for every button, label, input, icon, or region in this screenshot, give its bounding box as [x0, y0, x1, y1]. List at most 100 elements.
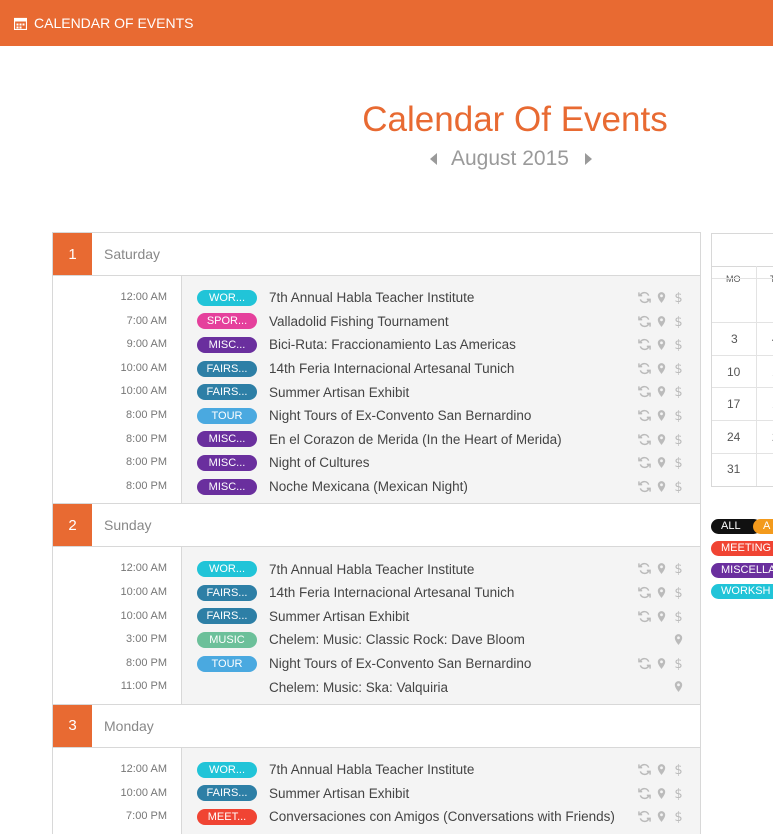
day-number: 1 — [53, 233, 92, 275]
svg-text:$: $ — [674, 315, 682, 328]
event-row[interactable]: Chelem: Music: Ska: Valquiria — [182, 675, 700, 699]
event-title-link[interactable]: 7th Annual Habla Teacher Institute — [269, 290, 474, 305]
event-title-link[interactable]: 14th Feria Internacional Artesanal Tunic… — [269, 585, 514, 600]
mini-grid-line — [712, 453, 773, 454]
mini-calendar-day[interactable]: 10 — [727, 365, 740, 379]
event-row[interactable]: MISC... En el Corazon de Merida (In the H… — [182, 428, 700, 452]
event-row[interactable]: FAIRS... Summer Artisan Exhibit $ — [182, 380, 700, 404]
mini-calendar-day[interactable]: 24 — [727, 430, 740, 444]
category-badge[interactable]: MEET... — [197, 808, 257, 825]
category-badge[interactable]: FAIRS... — [197, 785, 257, 802]
event-row[interactable]: FAIRS... Summer Artisan Exhibit $ — [182, 782, 700, 806]
event-title-link[interactable]: Night Tours of Ex-Convento San Bernardin… — [269, 656, 531, 671]
event-title-link[interactable]: Night Tours of Ex-Convento San Bernardin… — [269, 408, 531, 423]
dollar-icon: $ — [672, 562, 685, 575]
event-time: 7:00 AM — [126, 314, 167, 327]
event-row[interactable]: TOUR Night Tours of Ex-Convento San Berna… — [182, 404, 700, 428]
category-filter-chip[interactable]: MEETING — [711, 541, 773, 556]
mini-calendar-day[interactable]: 31 — [727, 462, 740, 476]
event-row[interactable]: FAIRS... Summer Artisan Exhibit $ — [182, 605, 700, 629]
event-row[interactable]: WOR... 7th Annual Habla Teacher Institute… — [182, 557, 700, 581]
category-badge[interactable]: TOUR — [197, 407, 257, 424]
event-time: 7:00 PM — [126, 810, 167, 823]
category-filter-chip[interactable]: WORKSH — [711, 584, 773, 599]
mini-calendar-day[interactable]: 17 — [727, 397, 740, 411]
refresh-icon — [638, 385, 651, 398]
category-badge[interactable]: MUSIC — [197, 631, 257, 648]
event-time: 3:00 PM — [126, 633, 167, 646]
event-title-link[interactable]: 7th Annual Habla Teacher Institute — [269, 762, 474, 777]
event-row[interactable]: TOUR Night Tours of Ex-Convento San Berna… — [182, 652, 700, 676]
category-badge[interactable]: FAIRS... — [197, 384, 257, 401]
category-badge[interactable]: MISC... — [197, 478, 257, 495]
brand-text: CALENDAR OF EVENTS — [34, 15, 194, 31]
page-title: Calendar Of Events — [362, 100, 668, 139]
category-badge[interactable]: FAIRS... — [197, 360, 257, 377]
brand-link[interactable]: CALENDAR OF EVENTS — [14, 15, 193, 31]
event-row[interactable]: MISC... Noche Mexicana (Mexican Night) $ — [182, 475, 700, 499]
refresh-icon — [638, 480, 651, 493]
category-badge[interactable]: WOR... — [197, 761, 257, 778]
event-row[interactable]: MISC... Bici-Ruta: Fraccionamiento Las Am… — [182, 333, 700, 357]
event-row[interactable]: FAIRS... 14th Feria Internacional Artesan… — [182, 581, 700, 605]
dollar-icon: $ — [672, 315, 685, 328]
category-badge[interactable]: MISC... — [197, 454, 257, 471]
category-badge[interactable]: FAIRS... — [197, 608, 257, 625]
event-row[interactable]: SPOR... Valladolid Fishing Tournament $ — [182, 310, 700, 334]
category-badge[interactable]: WOR... — [197, 289, 257, 306]
refresh-icon — [638, 610, 651, 623]
event-title-link[interactable]: Chelem: Music: Ska: Valquiria — [269, 680, 448, 695]
category-badge[interactable]: TOUR — [197, 655, 257, 672]
category-badge[interactable]: WOR... — [197, 561, 257, 578]
mini-calendar-header — [712, 234, 773, 267]
event-title-link[interactable]: 7th Annual Habla Teacher Institute — [269, 562, 474, 577]
svg-text:$: $ — [674, 562, 682, 575]
event-title-link[interactable]: Summer Artisan Exhibit — [269, 609, 409, 624]
category-badge[interactable]: SPOR... — [197, 313, 257, 330]
mini-calendar: MOT3410117124231 — [711, 233, 773, 487]
map-pin-icon — [655, 562, 668, 575]
month-nav: August 2015 — [430, 147, 592, 171]
map-pin-icon — [655, 291, 668, 304]
event-title-link[interactable]: Summer Artisan Exhibit — [269, 385, 409, 400]
event-row[interactable]: FAIRS... 14th Feria Internacional Artesan… — [182, 357, 700, 381]
refresh-icon — [638, 433, 651, 446]
category-filter-chip[interactable]: A — [753, 519, 773, 534]
event-time: 10:00 AM — [120, 361, 167, 374]
prev-month-icon[interactable] — [430, 153, 437, 165]
map-pin-icon — [672, 680, 685, 693]
category-badge[interactable]: MISC... — [197, 431, 257, 448]
event-row[interactable]: MUSIC Chelem: Music: Classic Rock: Dave B… — [182, 628, 700, 652]
event-row[interactable]: WOR... 7th Annual Habla Teacher Institute… — [182, 286, 700, 310]
event-title-link[interactable]: Summer Artisan Exhibit — [269, 786, 409, 801]
event-row[interactable]: MEET... Conversaciones con Amigos (Conver… — [182, 805, 700, 829]
event-title-link[interactable]: Night of Cultures — [269, 455, 370, 470]
event-meta-icons: $ — [638, 787, 685, 800]
event-title-link[interactable]: Chelem: Music: Classic Rock: Dave Bloom — [269, 632, 525, 647]
event-title-link[interactable]: En el Corazon de Merida (In the Heart of… — [269, 432, 562, 447]
event-title-link[interactable]: Noche Mexicana (Mexican Night) — [269, 479, 468, 494]
event-time: 8:00 PM — [126, 456, 167, 469]
event-row[interactable]: WOR... 7th Annual Habla Teacher Institute… — [182, 758, 700, 782]
event-time: 10:00 AM — [120, 385, 167, 398]
day-header: 3 Monday — [53, 704, 700, 748]
event-title-link[interactable]: 14th Feria Internacional Artesanal Tunic… — [269, 361, 514, 376]
mini-calendar-day[interactable]: 3 — [731, 332, 738, 346]
event-time: 12:00 AM — [120, 762, 167, 775]
svg-text:$: $ — [674, 456, 682, 469]
time-column: 12:00 AM 7:00 AM 9:00 AM 10:00 AM 10:00 AM 8:… — [53, 276, 182, 504]
event-title-link[interactable]: Bici-Ruta: Fraccionamiento Las Americas — [269, 337, 516, 352]
dollar-icon: $ — [672, 787, 685, 800]
event-title-link[interactable]: Valladolid Fishing Tournament — [269, 314, 449, 329]
next-month-icon[interactable] — [584, 153, 592, 165]
mini-grid-line — [756, 266, 757, 486]
day-section: 2 Sunday 12:00 AM 10:00 AM 10:00 AM 3:00 PM 8:… — [52, 503, 701, 704]
map-pin-icon — [672, 633, 685, 646]
event-time: 12:00 AM — [120, 291, 167, 303]
category-badge[interactable]: MISC... — [197, 336, 257, 353]
event-row[interactable]: MISC... Night of Cultures $ — [182, 451, 700, 475]
event-title-link[interactable]: Conversaciones con Amigos (Conversations… — [269, 809, 615, 824]
category-filter-chip[interactable]: MISCELLA — [711, 563, 773, 578]
refresh-icon — [638, 810, 651, 823]
category-badge[interactable]: FAIRS... — [197, 584, 257, 601]
